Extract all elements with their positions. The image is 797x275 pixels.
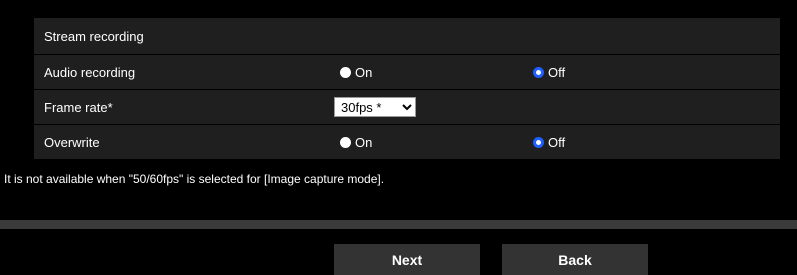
availability-note: It is not available when "50/60fps" is s… — [4, 172, 385, 186]
overwrite-row: Overwrite On Off — [34, 125, 780, 160]
frame-rate-label: Frame rate* — [44, 99, 113, 115]
footer-divider — [0, 220, 797, 229]
overwrite-off-label: Off — [548, 134, 566, 150]
audio-recording-label: Audio recording — [44, 64, 136, 80]
overwrite-on-option[interactable]: On — [340, 125, 372, 159]
overwrite-on-label: On — [355, 134, 373, 150]
audio-on-radio[interactable] — [340, 66, 351, 78]
audio-off-radio[interactable] — [533, 66, 544, 78]
section-title: Stream recording — [44, 28, 144, 44]
frame-rate-select[interactable]: 30fps * — [334, 97, 416, 117]
overwrite-off-option[interactable]: Off — [533, 125, 565, 159]
back-button[interactable]: Back — [502, 244, 648, 275]
section-header: Stream recording — [34, 18, 780, 55]
audio-on-label: On — [355, 64, 373, 80]
audio-recording-row: Audio recording On Off — [34, 55, 780, 90]
settings-panel: Stream recording Audio recording On Off … — [34, 18, 780, 160]
audio-off-option[interactable]: Off — [533, 55, 565, 89]
next-button[interactable]: Next — [334, 244, 480, 275]
audio-off-label: Off — [548, 64, 566, 80]
frame-rate-row: Frame rate* 30fps * — [34, 90, 780, 125]
overwrite-on-radio[interactable] — [340, 136, 351, 148]
audio-on-option[interactable]: On — [340, 55, 372, 89]
overwrite-label: Overwrite — [44, 134, 100, 150]
overwrite-off-radio[interactable] — [533, 136, 544, 148]
